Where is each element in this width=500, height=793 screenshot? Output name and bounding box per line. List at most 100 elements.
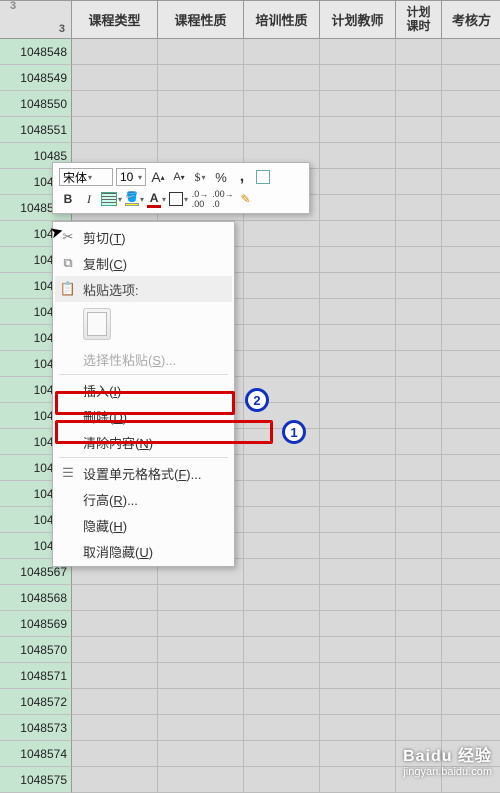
cell[interactable]	[72, 585, 158, 611]
cell[interactable]	[396, 273, 442, 299]
cell[interactable]	[72, 637, 158, 663]
cell[interactable]	[244, 533, 320, 559]
cell[interactable]	[396, 585, 442, 611]
cell[interactable]	[442, 403, 500, 429]
decrease-font-button[interactable]: A▾	[170, 168, 188, 186]
row-header[interactable]: 1048549	[0, 65, 72, 91]
cell[interactable]	[320, 767, 396, 793]
menu-cut[interactable]: ✂ 剪切(T)	[55, 224, 232, 250]
cell[interactable]	[320, 429, 396, 455]
cell[interactable]	[72, 741, 158, 767]
cell[interactable]	[158, 715, 244, 741]
cell[interactable]	[442, 91, 500, 117]
row-header[interactable]: 1048575	[0, 767, 72, 793]
cell[interactable]	[244, 741, 320, 767]
cell[interactable]	[442, 325, 500, 351]
cell[interactable]	[244, 767, 320, 793]
cell[interactable]	[158, 767, 244, 793]
cell[interactable]	[72, 39, 158, 65]
cell[interactable]	[244, 507, 320, 533]
menu-row-height[interactable]: 行高(R)...	[55, 486, 232, 512]
cell[interactable]	[396, 325, 442, 351]
cell[interactable]	[320, 273, 396, 299]
cell[interactable]	[72, 715, 158, 741]
cell[interactable]	[320, 377, 396, 403]
cell[interactable]	[442, 169, 500, 195]
cell[interactable]	[244, 91, 320, 117]
cell[interactable]	[72, 91, 158, 117]
col-header-2[interactable]: 课程性质	[158, 1, 244, 39]
cell[interactable]	[158, 637, 244, 663]
cell[interactable]	[442, 481, 500, 507]
cell[interactable]	[442, 533, 500, 559]
cell[interactable]	[244, 117, 320, 143]
row-header[interactable]: 1048574	[0, 741, 72, 767]
cell[interactable]	[72, 689, 158, 715]
menu-unhide[interactable]: 取消隐藏(U)	[55, 538, 232, 564]
cell[interactable]	[158, 91, 244, 117]
cell[interactable]	[244, 585, 320, 611]
cell[interactable]	[244, 481, 320, 507]
cell[interactable]	[396, 559, 442, 585]
cell[interactable]	[442, 117, 500, 143]
row-header[interactable]: 1048570	[0, 637, 72, 663]
cell[interactable]	[396, 299, 442, 325]
cell[interactable]	[442, 247, 500, 273]
cell[interactable]	[442, 273, 500, 299]
cell[interactable]	[396, 117, 442, 143]
comma-button[interactable]: ,	[233, 168, 251, 186]
cell[interactable]	[244, 559, 320, 585]
cell[interactable]	[320, 169, 396, 195]
cell[interactable]	[396, 169, 442, 195]
cell[interactable]	[244, 325, 320, 351]
cell[interactable]	[320, 637, 396, 663]
cell[interactable]	[244, 39, 320, 65]
row-header[interactable]: 1048573	[0, 715, 72, 741]
cell[interactable]	[442, 637, 500, 663]
menu-clear-contents[interactable]: 清除内容(N)	[55, 429, 232, 455]
cell[interactable]	[396, 195, 442, 221]
cell[interactable]	[72, 767, 158, 793]
col-header-4[interactable]: 计划教师	[320, 1, 396, 39]
cell[interactable]	[396, 455, 442, 481]
cell[interactable]	[244, 247, 320, 273]
cell[interactable]	[442, 507, 500, 533]
cell[interactable]	[320, 143, 396, 169]
cell[interactable]	[442, 585, 500, 611]
cell[interactable]	[442, 299, 500, 325]
cell[interactable]	[244, 351, 320, 377]
cell[interactable]	[320, 221, 396, 247]
cell[interactable]	[396, 689, 442, 715]
menu-insert[interactable]: 插入(I)	[55, 377, 232, 403]
cell[interactable]	[244, 65, 320, 91]
cell[interactable]	[442, 143, 500, 169]
menu-delete[interactable]: 删除(D)	[55, 403, 232, 429]
cell[interactable]	[396, 507, 442, 533]
cell[interactable]	[320, 507, 396, 533]
font-color-button[interactable]: A▾	[147, 190, 166, 208]
col-header-1[interactable]: 课程类型	[72, 1, 158, 39]
merge-button[interactable]	[254, 168, 272, 186]
border-button[interactable]: ▾	[169, 190, 188, 208]
cell[interactable]	[320, 195, 396, 221]
cell[interactable]	[320, 39, 396, 65]
cell[interactable]	[396, 247, 442, 273]
cell[interactable]	[320, 585, 396, 611]
cell[interactable]	[442, 455, 500, 481]
increase-font-button[interactable]: A▴	[149, 168, 167, 186]
menu-format-cells[interactable]: ☰ 设置单元格格式(F)...	[55, 460, 232, 486]
cell[interactable]	[72, 611, 158, 637]
cell[interactable]	[244, 455, 320, 481]
font-size-selector[interactable]: 10 ▾	[116, 168, 146, 186]
col-header-6[interactable]: 考核方	[442, 1, 500, 39]
cell[interactable]	[72, 663, 158, 689]
row-header[interactable]: 1048551	[0, 117, 72, 143]
cell[interactable]	[244, 611, 320, 637]
currency-button[interactable]: $▾	[191, 168, 209, 186]
cell[interactable]	[442, 195, 500, 221]
cell[interactable]	[320, 91, 396, 117]
cell[interactable]	[320, 65, 396, 91]
cell[interactable]	[320, 741, 396, 767]
row-header[interactable]: 1048568	[0, 585, 72, 611]
menu-paste-option[interactable]	[55, 302, 232, 346]
